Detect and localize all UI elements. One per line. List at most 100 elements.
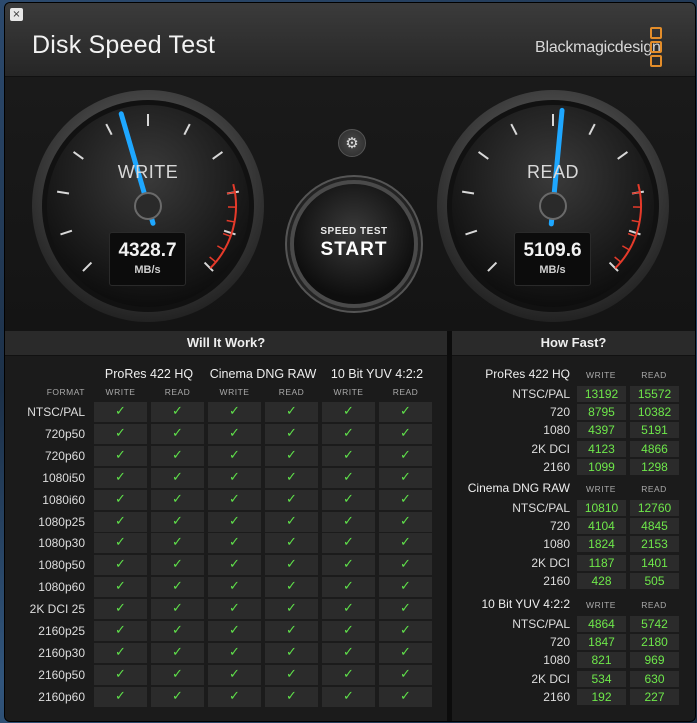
will-row-label: 1080p25 bbox=[38, 514, 85, 529]
will-row-label: 2160p30 bbox=[38, 645, 85, 660]
will-check-icon: ✓ bbox=[265, 664, 318, 685]
read-gauge-label: READ bbox=[526, 162, 579, 182]
will-row-label: 720p60 bbox=[44, 448, 85, 463]
will-check-icon: ✓ bbox=[208, 577, 261, 598]
read-speed-value: 5109.6 bbox=[523, 240, 582, 261]
will-check-icon: ✓ bbox=[265, 445, 318, 466]
will-check-icon: ✓ bbox=[379, 489, 432, 510]
how-write-value: 1187 bbox=[577, 554, 626, 571]
will-check-icon: ✓ bbox=[379, 467, 432, 488]
will-check-icon: ✓ bbox=[322, 577, 375, 598]
will-check-icon: ✓ bbox=[379, 686, 432, 707]
close-button[interactable]: × bbox=[10, 8, 23, 21]
will-check-icon: ✓ bbox=[151, 599, 204, 620]
how-write-value: 4123 bbox=[577, 440, 626, 457]
how-write-value: 1847 bbox=[577, 634, 626, 651]
how-write-value: 10810 bbox=[577, 500, 626, 516]
start-button[interactable]: SPEED TEST START bbox=[290, 180, 418, 308]
how-row-label: 1080 bbox=[543, 653, 570, 668]
read-gauge-dial bbox=[437, 90, 669, 322]
how-row-label: 2160 bbox=[543, 573, 570, 588]
will-check-icon: ✓ bbox=[151, 423, 204, 444]
will-check-icon: ✓ bbox=[94, 555, 147, 576]
how-row-label: 2K DCI bbox=[531, 671, 570, 686]
will-column-header: READ bbox=[278, 387, 305, 397]
will-check-icon: ✓ bbox=[208, 599, 261, 620]
settings-button[interactable]: ⚙ bbox=[338, 129, 366, 157]
will-check-icon: ✓ bbox=[94, 642, 147, 663]
how-write-value: 821 bbox=[577, 652, 626, 669]
how-read-value: 10382 bbox=[630, 404, 679, 421]
will-check-icon: ✓ bbox=[94, 489, 147, 510]
will-check-icon: ✓ bbox=[151, 664, 204, 685]
will-check-icon: ✓ bbox=[265, 511, 318, 532]
how-write-value: 4864 bbox=[577, 616, 626, 632]
will-check-icon: ✓ bbox=[208, 445, 261, 466]
will-check-icon: ✓ bbox=[322, 599, 375, 620]
how-column-header: WRITE bbox=[586, 600, 616, 610]
how-row-label: 2160 bbox=[543, 459, 570, 474]
start-button-label: START bbox=[320, 239, 388, 260]
how-write-value: 13192 bbox=[577, 386, 626, 402]
will-check-icon: ✓ bbox=[94, 599, 147, 620]
will-check-icon: ✓ bbox=[151, 555, 204, 576]
will-it-work-panel: Will It Work? FORMAT ProRes 422 HQ WRITE R… bbox=[5, 331, 447, 721]
will-check-icon: ✓ bbox=[94, 664, 147, 685]
will-row-label: 1080p60 bbox=[38, 580, 85, 595]
how-row-label: 720 bbox=[549, 635, 570, 650]
app-window: × Disk Speed Test Blackmagicdesign WRITE… bbox=[4, 2, 696, 722]
will-row-label: 1080p50 bbox=[38, 558, 85, 573]
will-check-icon: ✓ bbox=[322, 642, 375, 663]
how-read-value: 15572 bbox=[630, 386, 679, 402]
write-gauge: WRITE 4328.7 MB/s bbox=[30, 88, 266, 324]
how-write-value: 4104 bbox=[577, 518, 626, 535]
how-column-header: WRITE bbox=[586, 370, 616, 380]
will-check-icon: ✓ bbox=[94, 467, 147, 488]
will-check-icon: ✓ bbox=[265, 467, 318, 488]
will-check-icon: ✓ bbox=[379, 555, 432, 576]
will-row-label: 1080i60 bbox=[42, 492, 85, 507]
how-read-value: 4866 bbox=[630, 440, 679, 457]
will-check-icon: ✓ bbox=[94, 533, 147, 554]
will-check-icon: ✓ bbox=[265, 489, 318, 510]
read-gauge-hub bbox=[539, 192, 567, 220]
will-check-icon: ✓ bbox=[208, 621, 261, 641]
will-check-icon: ✓ bbox=[265, 533, 318, 554]
how-column-header: WRITE bbox=[586, 484, 616, 494]
will-row-label: NTSC/PAL bbox=[27, 405, 85, 419]
will-check-icon: ✓ bbox=[208, 511, 261, 532]
how-row-label: 720 bbox=[549, 519, 570, 534]
will-column-header: WRITE bbox=[333, 387, 364, 397]
how-write-value: 1099 bbox=[577, 458, 626, 475]
will-check-icon: ✓ bbox=[322, 621, 375, 641]
will-group-header: ProRes 422 HQ bbox=[104, 367, 194, 381]
how-write-value: 534 bbox=[577, 670, 626, 687]
will-check-icon: ✓ bbox=[265, 423, 318, 444]
will-check-icon: ✓ bbox=[151, 533, 204, 554]
how-read-value: 505 bbox=[630, 572, 679, 589]
will-row-label: 1080p30 bbox=[38, 536, 85, 551]
how-read-value: 1401 bbox=[630, 554, 679, 571]
will-check-icon: ✓ bbox=[151, 621, 204, 641]
will-check-icon: ✓ bbox=[208, 686, 261, 707]
will-check-icon: ✓ bbox=[322, 467, 375, 488]
will-check-icon: ✓ bbox=[379, 577, 432, 598]
will-check-icon: ✓ bbox=[322, 402, 375, 422]
how-read-value: 227 bbox=[630, 688, 679, 705]
how-write-value: 428 bbox=[577, 572, 626, 589]
how-write-value: 4397 bbox=[577, 422, 626, 439]
gear-icon: ⚙ bbox=[345, 134, 359, 152]
format-caption: FORMAT bbox=[46, 387, 85, 397]
how-group-title: Cinema DNG RAW bbox=[467, 481, 570, 495]
how-fast-panel: How Fast? ProRes 422 HQ WRITE READ NTSC/PAL… bbox=[452, 331, 695, 721]
will-it-work-title: Will It Work? bbox=[5, 331, 447, 356]
will-group-header: 10 Bit YUV 4:2:2 bbox=[330, 367, 424, 381]
will-check-icon: ✓ bbox=[208, 402, 261, 422]
how-row-label: 2K DCI bbox=[531, 555, 570, 570]
will-check-icon: ✓ bbox=[379, 533, 432, 554]
will-check-icon: ✓ bbox=[265, 577, 318, 598]
will-check-icon: ✓ bbox=[322, 489, 375, 510]
how-write-value: 1824 bbox=[577, 536, 626, 553]
write-speed-display: 4328.7 MB/s bbox=[109, 232, 186, 286]
write-speed-unit: MB/s bbox=[134, 264, 161, 276]
